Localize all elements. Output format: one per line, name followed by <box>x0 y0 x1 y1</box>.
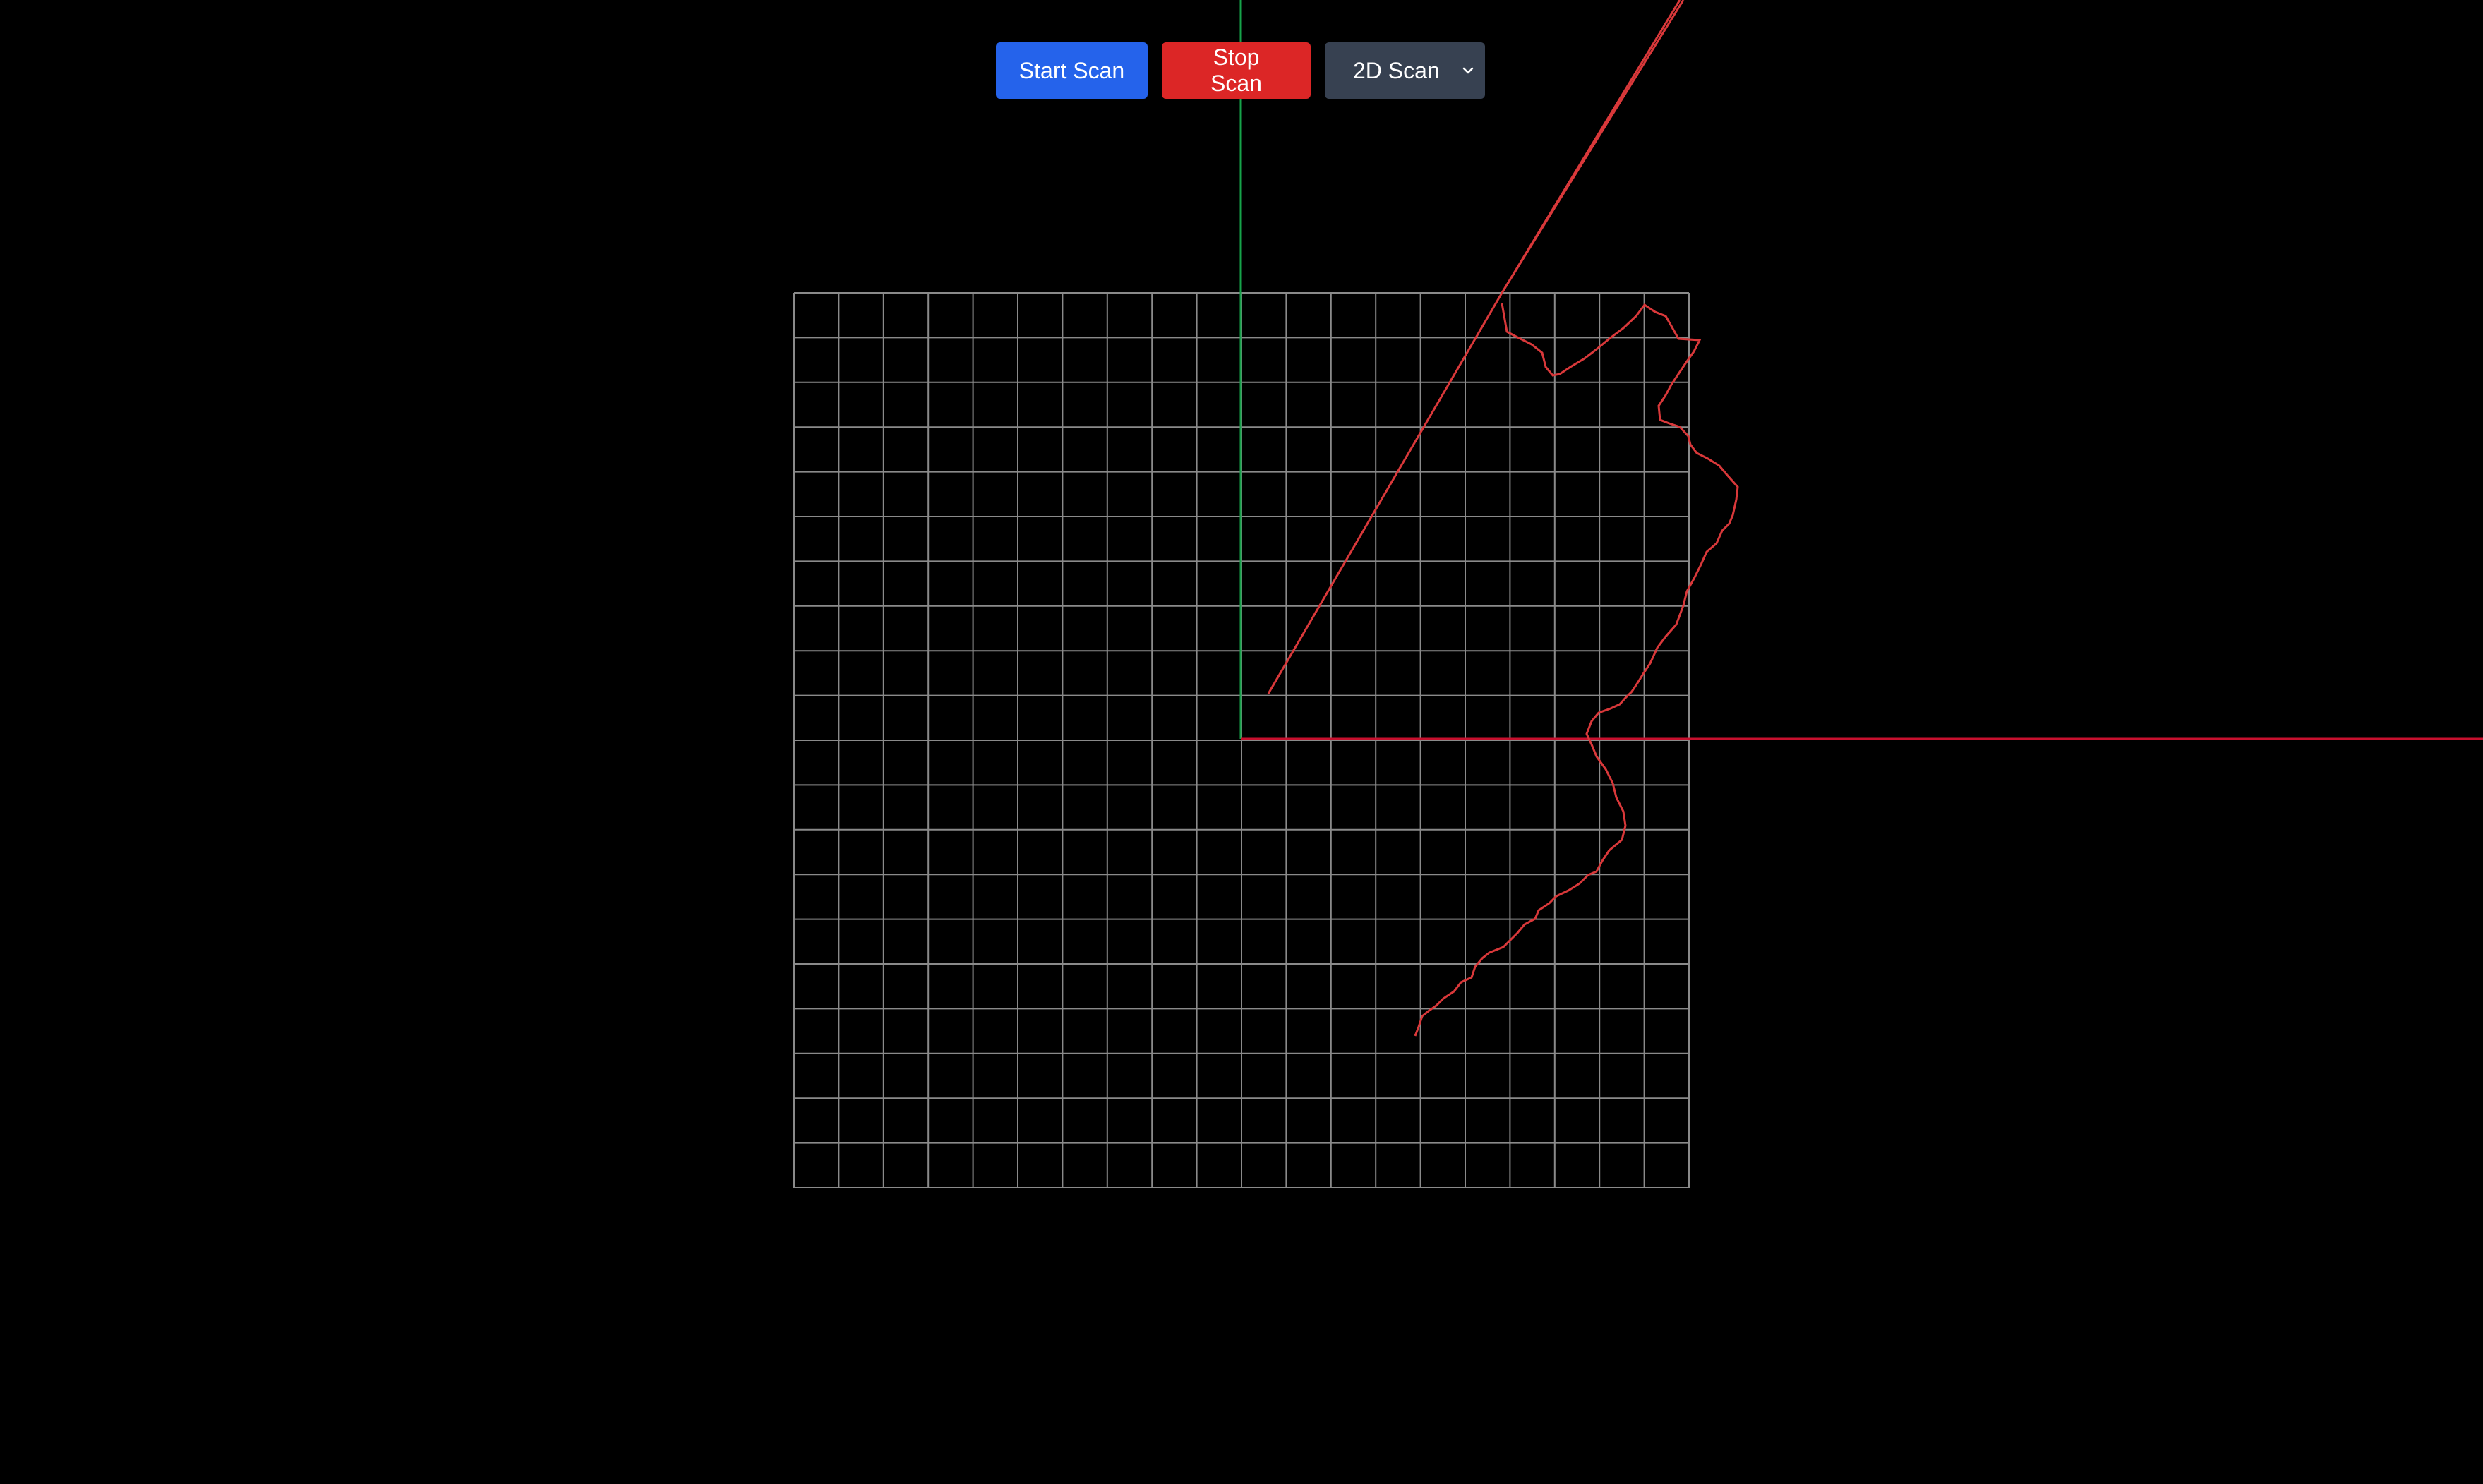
scan-toolbar: Start Scan Stop Scan 2D Scan <box>996 42 1485 99</box>
scan-mode-selected-value: 2D Scan <box>1353 57 1440 83</box>
scan-viewport[interactable]: Start Scan Stop Scan 2D Scan <box>0 0 2483 1480</box>
chevron-down-icon <box>1462 67 1474 74</box>
start-scan-button[interactable]: Start Scan <box>996 42 1148 99</box>
scan-ray-line-2 <box>1501 0 1685 294</box>
stop-scan-button[interactable]: Stop Scan <box>1162 42 1311 99</box>
scan-mode-select[interactable]: 2D Scan <box>1325 42 1485 99</box>
scan-scene[interactable] <box>0 0 2483 1480</box>
